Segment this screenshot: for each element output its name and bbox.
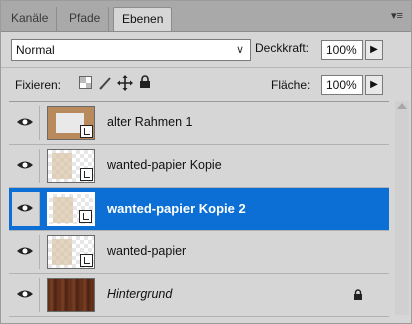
fill-label: Fläche:	[271, 78, 311, 92]
blend-mode-select[interactable]: Normal ∨	[11, 39, 251, 61]
opacity-label: Deckkraft:	[255, 41, 310, 55]
layer-row[interactable]: wanted-papier Kopie	[9, 145, 389, 188]
panel-tabbar: Kanäle Pfade Ebenen ▾≡	[1, 1, 411, 32]
visibility-toggle[interactable]	[12, 235, 40, 269]
layer-list: alter Rahmen 1 wanted-papier Kopie wante…	[9, 101, 389, 317]
blend-mode-value: Normal	[16, 43, 55, 57]
chevron-down-icon: ∨	[235, 44, 244, 56]
layer-name: wanted-papier Kopie 2	[107, 201, 246, 216]
opacity-slider-button[interactable]: ▶	[365, 40, 383, 60]
fill-slider-button[interactable]: ▶	[365, 75, 383, 95]
divider	[1, 67, 411, 68]
lock-position-icon[interactable]	[117, 75, 133, 94]
layers-panel: Kanäle Pfade Ebenen ▾≡ Normal ∨ Deckkraf…	[0, 0, 412, 324]
layer-row[interactable]: wanted-papier	[9, 231, 389, 274]
layer-thumbnail	[47, 235, 95, 269]
lock-label: Fixieren:	[15, 78, 62, 92]
layer-row-selected[interactable]: wanted-papier Kopie 2	[9, 188, 389, 231]
eye-icon	[17, 290, 33, 298]
layer-name: alter Rahmen 1	[107, 115, 193, 129]
visibility-toggle[interactable]	[12, 149, 40, 183]
visibility-toggle[interactable]	[12, 106, 40, 140]
scroll-up-icon[interactable]	[397, 103, 407, 109]
visibility-toggle[interactable]	[12, 192, 40, 226]
smart-object-icon	[80, 168, 93, 181]
layer-list-scrollbar[interactable]	[395, 101, 409, 315]
layer-thumbnail	[47, 149, 95, 183]
panel-menu-icon[interactable]: ▾≡	[391, 9, 405, 22]
layer-name: Hintergrund	[107, 287, 173, 301]
lock-icon	[353, 289, 363, 304]
fill-input[interactable]: 100%	[321, 75, 363, 95]
layer-row[interactable]: alter Rahmen 1	[9, 102, 389, 145]
layer-thumbnail	[47, 192, 95, 226]
lock-image-pixels-icon[interactable]	[99, 76, 113, 93]
tab-ebenen[interactable]: Ebenen	[113, 7, 173, 31]
tab-pfade[interactable]: Pfade	[61, 7, 110, 31]
eye-icon	[17, 161, 33, 169]
lock-all-icon[interactable]	[139, 75, 151, 92]
layer-name: wanted-papier Kopie	[107, 158, 222, 172]
layer-thumbnail	[47, 278, 95, 312]
smart-object-icon	[80, 254, 93, 267]
layer-name: wanted-papier	[107, 244, 187, 258]
smart-object-icon	[80, 125, 93, 138]
layer-thumbnail	[47, 106, 95, 140]
eye-icon	[17, 118, 33, 126]
opacity-input[interactable]: 100%	[321, 40, 363, 60]
eye-icon	[17, 247, 33, 255]
tab-kanaele[interactable]: Kanäle	[3, 7, 58, 31]
visibility-toggle[interactable]	[12, 278, 40, 312]
lock-transparent-pixels-icon[interactable]	[79, 76, 93, 93]
layer-row[interactable]: Hintergrund	[9, 274, 389, 317]
eye-icon	[17, 204, 33, 212]
smart-object-icon	[79, 210, 92, 223]
